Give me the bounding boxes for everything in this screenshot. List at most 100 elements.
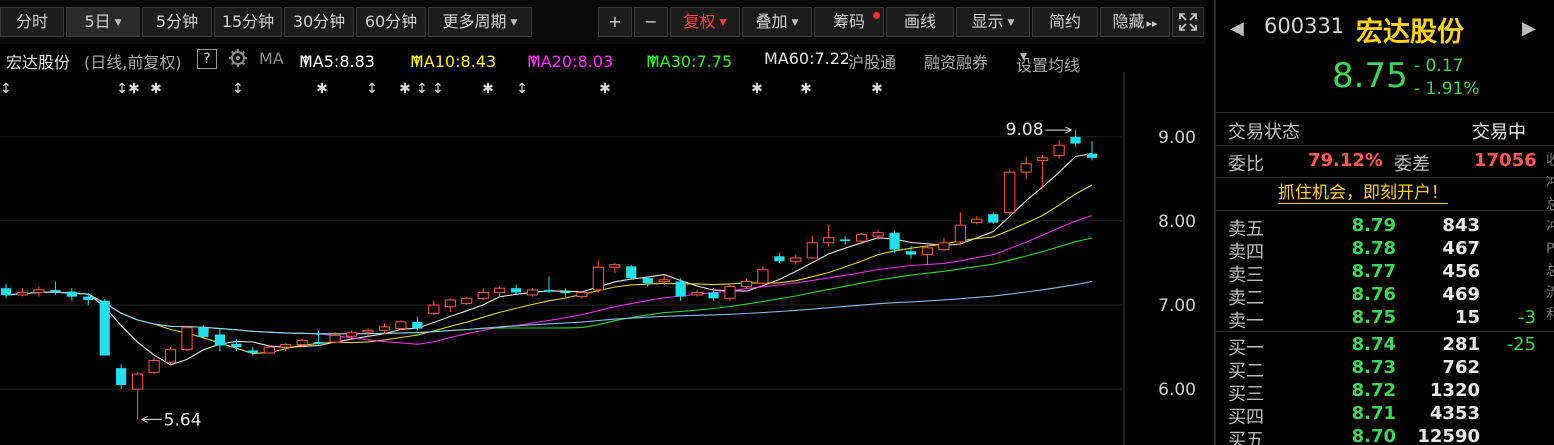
candle-up — [263, 345, 275, 354]
candle-up — [757, 266, 769, 285]
candle-up — [395, 320, 407, 331]
candle-body — [675, 281, 686, 297]
bid-row[interactable]: 买二 8.73 762 — [1216, 357, 1554, 382]
candle-up — [823, 225, 835, 247]
candle-body — [50, 289, 61, 292]
candle-body — [99, 300, 110, 356]
period-toolbar: 分时 5日 ▼ 5分钟 15分钟 30分钟 60分钟 更多周期 ▼ + − 复权 ▼ … — [0, 0, 1206, 44]
period-tab-label: 30分钟 — [292, 12, 346, 31]
period-tab-30min[interactable]: 30分钟 — [284, 7, 354, 37]
candle-body — [921, 247, 934, 256]
low-label: 5.64 — [164, 410, 202, 430]
candle-body — [691, 291, 703, 296]
adjust-dropdown[interactable]: 复权 ▼ — [670, 7, 740, 37]
candle-body — [428, 304, 440, 314]
candle-down — [1086, 141, 1098, 161]
candle-body — [83, 296, 94, 300]
event-marker-icon: ✱ — [800, 81, 812, 97]
candle-body — [905, 251, 917, 255]
candle-down — [99, 299, 110, 356]
candle-up — [444, 298, 456, 312]
candle-up — [1020, 157, 1032, 179]
event-marker-icon: ↕ — [0, 81, 12, 97]
chips-button[interactable]: 筹码 — [814, 7, 884, 37]
simple-mode-button[interactable]: 简约 — [1032, 7, 1098, 37]
display-dropdown[interactable]: 显示 ▼ — [956, 7, 1030, 37]
candle-body — [132, 373, 144, 390]
candle-body — [280, 344, 292, 348]
margin-trading-link[interactable]: 融资融券 — [924, 49, 988, 73]
zoom-in-button[interactable]: + — [598, 7, 632, 37]
legend-stock-name: 宏达股份 — [6, 53, 71, 72]
event-marker-icon: ↕ — [516, 81, 528, 97]
candle-body — [774, 256, 785, 262]
ask-row[interactable]: 卖三 8.77 456 — [1216, 261, 1554, 286]
period-tab-15min[interactable]: 15分钟 — [214, 7, 282, 37]
candle-up — [609, 262, 621, 274]
divider — [1216, 112, 1554, 113]
zoom-out-button[interactable]: − — [634, 7, 668, 37]
divider — [1216, 177, 1554, 178]
event-marker-icon: ↕ — [116, 81, 128, 97]
arrow-up-icon: ↑ — [646, 52, 660, 71]
candle-body — [313, 342, 324, 344]
bid-row[interactable]: 买五 8.70 12590 — [1216, 426, 1554, 445]
period-tab-intraday[interactable]: 分时 — [0, 7, 64, 37]
candle-body — [329, 334, 341, 343]
gear-icon[interactable] — [228, 48, 248, 72]
bid-row[interactable]: 买三 8.72 1320 — [1216, 380, 1554, 405]
candle-body — [198, 327, 209, 338]
ask-row[interactable]: 卖四 8.78 467 — [1216, 238, 1554, 263]
adjust-label: 复权 — [683, 12, 716, 31]
prev-stock-icon[interactable]: ◀ — [1230, 18, 1244, 39]
bid-label: 买五 — [1228, 430, 1264, 445]
candle-up — [790, 254, 802, 265]
next-stock-icon[interactable]: ▶ — [1522, 18, 1536, 39]
event-marker-icon: ✱ — [599, 81, 611, 97]
period-more-dropdown[interactable]: 更多周期 ▼ — [428, 7, 532, 37]
candle-body — [66, 291, 77, 297]
candle-body — [116, 368, 127, 385]
bid-row[interactable]: 买四 8.71 4353 — [1216, 403, 1554, 428]
arrow-up-icon: ↑ — [299, 52, 313, 71]
ask-volume: 469 — [1442, 284, 1480, 305]
open-account-link[interactable]: 抓住机会，即刻开户！ — [1278, 183, 1448, 204]
candle-up — [1004, 168, 1016, 215]
help-icon[interactable]: ? — [197, 49, 217, 69]
event-marker-icon: ✱ — [482, 81, 494, 97]
period-tab-5day[interactable]: 5日 ▼ — [66, 7, 140, 37]
hgt-link[interactable]: 沪股通 — [848, 49, 896, 73]
ask-row[interactable]: 卖一 8.75 15 -3 — [1216, 307, 1554, 332]
period-tab-label: 更多周期 — [442, 12, 507, 31]
period-tab-5min[interactable]: 5分钟 — [142, 7, 212, 37]
period-tab-60min[interactable]: 60分钟 — [356, 7, 426, 37]
candle-body — [954, 224, 966, 243]
event-marker-icon: ↕ — [416, 81, 428, 97]
candle-up — [592, 261, 604, 293]
ask-price: 8.75 — [1351, 307, 1396, 328]
candle-body — [0, 288, 12, 295]
candle-up — [461, 296, 473, 306]
candle-body — [806, 242, 818, 259]
candle-up — [428, 300, 440, 316]
ask-row[interactable]: 卖五 8.79 843 — [1216, 215, 1554, 240]
ask-row[interactable]: 卖二 8.76 469 — [1216, 284, 1554, 309]
candle-body — [708, 292, 719, 299]
candle-body — [560, 291, 571, 294]
hide-button[interactable]: 隐藏 ▸▸ — [1100, 7, 1170, 37]
candle-body — [477, 291, 489, 299]
y-tick-label: 8.00 — [1158, 212, 1196, 232]
event-marker-icon: ✱ — [399, 81, 411, 97]
ask-label: 卖一 — [1228, 311, 1264, 332]
candlestick-chart[interactable]: ↕ ↕ ✱ ✱ ↕ ✱ ↕ ✱ ↕ ↕ ✱ ↕ ✱ ✱ ✱ ✱ 9.085.64 9.008.007.006.… — [0, 72, 1206, 445]
candle-body — [164, 349, 177, 363]
simple-mode-label: 简约 — [1048, 12, 1081, 31]
quote-panel: ◀ 600331 宏达股份 ▶ 8.75 - 0.17 - 1.91% 交易状态… — [1214, 0, 1554, 445]
candle-body — [642, 278, 653, 284]
bid-row[interactable]: 买一 8.74 281 -25 — [1216, 334, 1554, 359]
candle-up — [954, 212, 966, 245]
draw-button[interactable]: 画线 — [886, 7, 954, 37]
overlay-dropdown[interactable]: 叠加 ▼ — [742, 7, 812, 37]
arrow-up-icon: ↑ — [527, 52, 541, 71]
fullscreen-button[interactable] — [1172, 7, 1204, 37]
